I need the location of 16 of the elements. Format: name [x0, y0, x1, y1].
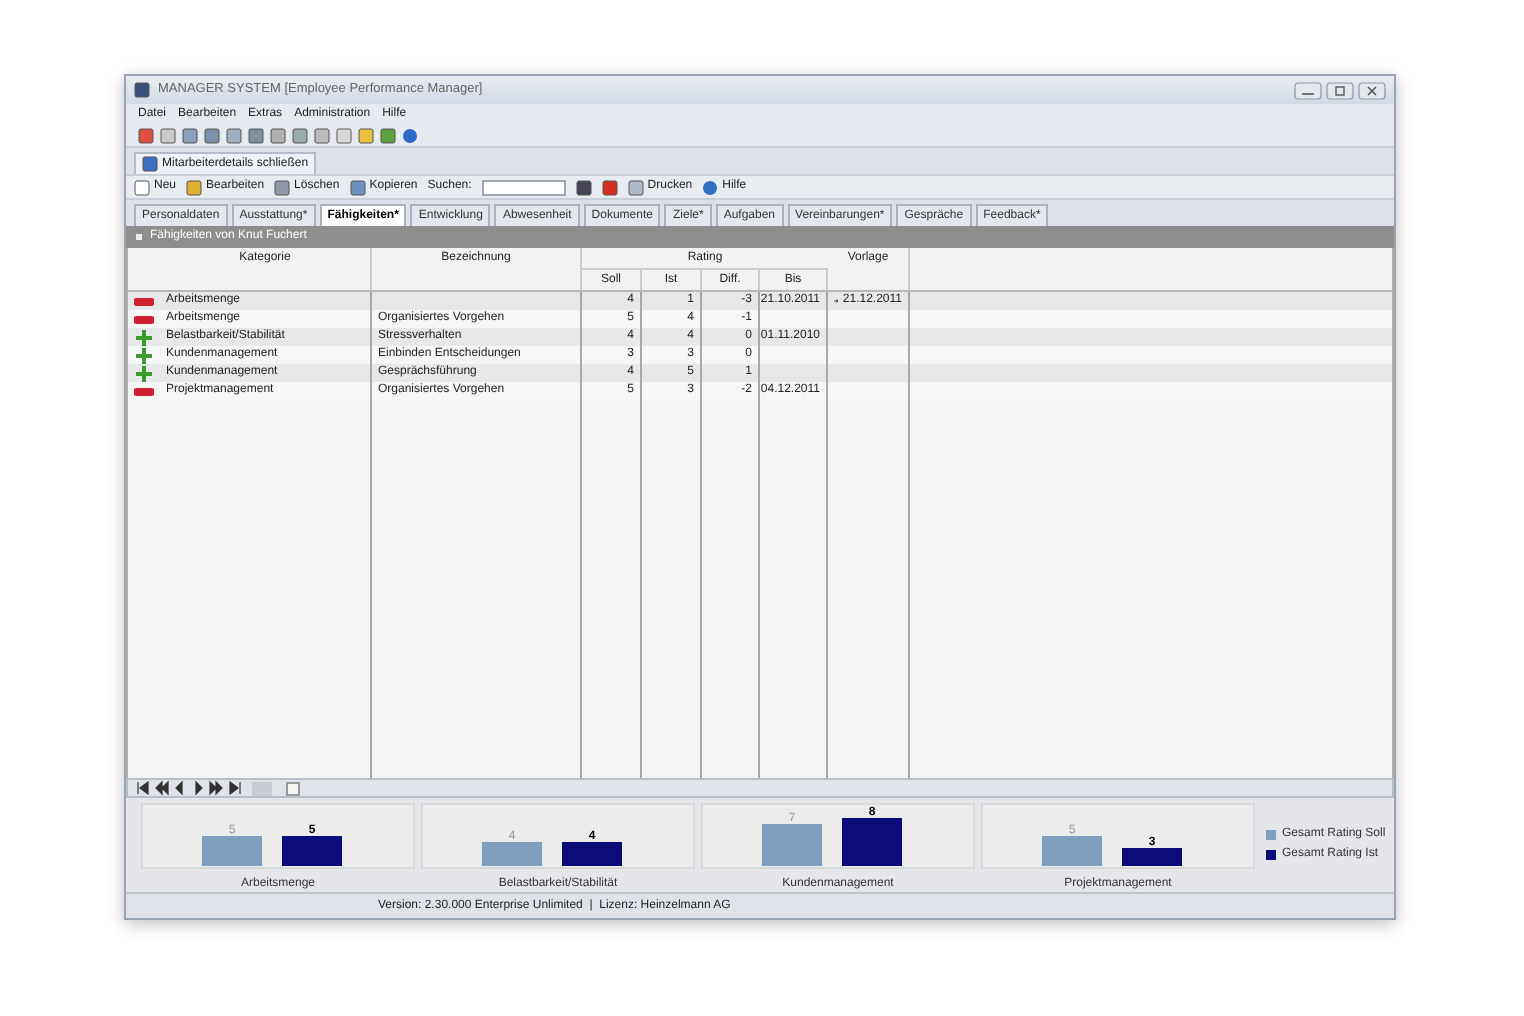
bar: [562, 841, 622, 865]
scrollbar[interactable]: [252, 781, 272, 795]
bar: [762, 823, 822, 865]
bar: [1042, 835, 1102, 865]
minus-icon: [134, 387, 154, 395]
maximize-icon[interactable]: [1326, 81, 1354, 99]
last-page-icon[interactable]: [226, 780, 242, 796]
bar: [482, 841, 542, 865]
first-page-icon[interactable]: [136, 780, 152, 796]
minimize-icon[interactable]: [1294, 81, 1322, 99]
scroll-thumb[interactable]: [286, 781, 300, 795]
bar: [842, 817, 902, 865]
close-icon[interactable]: [1358, 81, 1386, 99]
search-field[interactable]: [481, 179, 566, 195]
bar: [202, 835, 262, 865]
bar: [282, 835, 342, 865]
